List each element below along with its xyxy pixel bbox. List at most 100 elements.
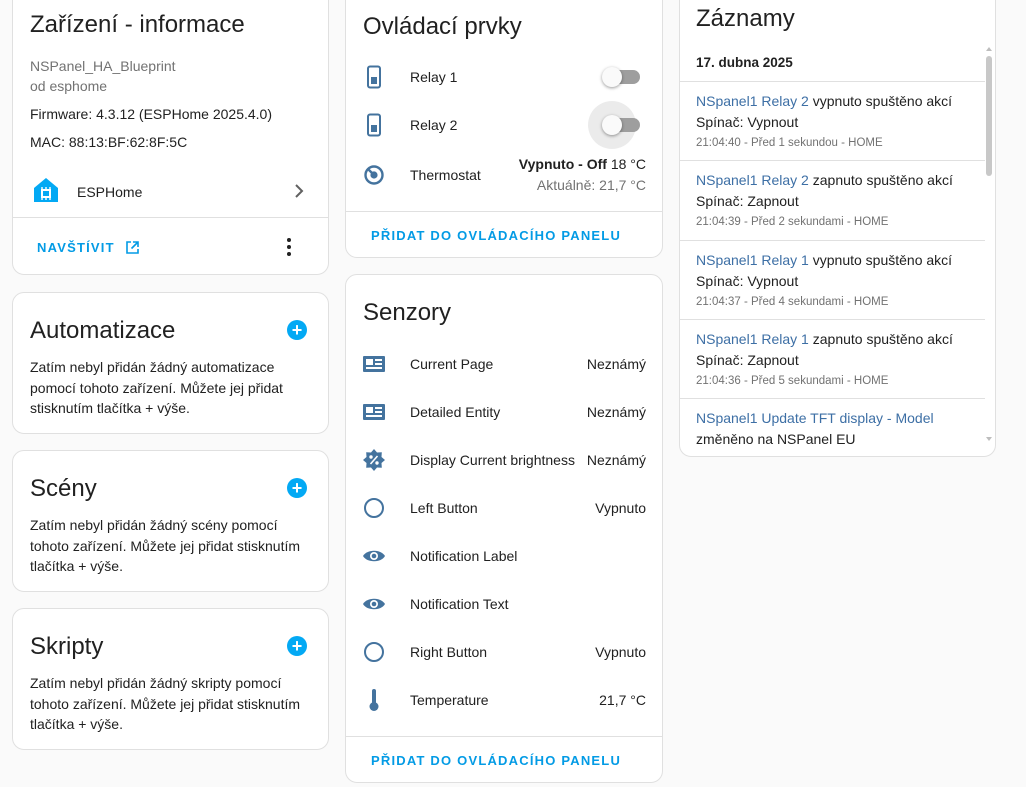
sensor-row[interactable]: Notification Label	[346, 532, 662, 580]
sensor-label: Detailed Entity	[410, 404, 501, 420]
log-action: zapnuto spuštěno akcí	[808, 172, 953, 188]
scroll-up-arrow-icon[interactable]	[985, 45, 993, 53]
relay-1-toggle[interactable]	[602, 67, 640, 87]
open-in-new-icon	[125, 240, 140, 255]
log-entry: NSpanel1 Relay 1 vypnuto spuštěno akcí S…	[680, 240, 985, 308]
sensor-label: Current Page	[410, 356, 494, 372]
sensor-row[interactable]: Right Button Vypnuto	[346, 628, 662, 676]
card-text-icon	[362, 400, 386, 424]
sensor-row[interactable]: Detailed Entity Neznámý	[346, 388, 662, 436]
sensor-label: Temperature	[410, 692, 489, 708]
device-info-title: Zařízení - informace	[30, 11, 245, 38]
add-to-dashboard-button[interactable]: PŘIDAT DO OVLÁDACÍHO PANELU	[371, 753, 621, 768]
sensor-row[interactable]: Left Button Vypnuto	[346, 484, 662, 532]
relay-2-label: Relay 2	[410, 117, 458, 133]
log-entity-link[interactable]: NSpanel1 Relay 1	[696, 331, 809, 347]
add-automation-button[interactable]: +	[287, 320, 307, 340]
sensor-value: Neznámý	[586, 452, 646, 468]
log-entity-link[interactable]: NSpanel1 Relay 1	[696, 252, 809, 268]
log-action: vypnuto spuštěno akcí	[808, 93, 953, 109]
logbook-title: Záznamy	[696, 5, 795, 32]
log-entity-link[interactable]: NSpanel1 Update TFT display - Model	[696, 410, 934, 426]
sensor-row[interactable]: Display Current brightness Neznámý	[346, 436, 662, 484]
log-entry: NSpanel1 Relay 2 vypnuto spuštěno akcí S…	[680, 81, 985, 149]
scripts-empty-text: Zatím nebyl přidán žádný skripty pomocí …	[30, 675, 301, 732]
add-to-dashboard-button[interactable]: PŘIDAT DO OVLÁDACÍHO PANELU	[371, 228, 621, 243]
sensors-title: Senzory	[363, 299, 452, 326]
log-meta: 21:04:39 - Před 2 sekundami - HOME	[696, 216, 889, 228]
sensor-row[interactable]: Temperature 21,7 °C	[346, 676, 662, 724]
card-divider	[346, 211, 662, 212]
eye-icon	[362, 544, 386, 568]
sensor-row[interactable]: Current Page Neznámý	[346, 340, 662, 388]
integration-row[interactable]: ESPHome	[13, 169, 328, 215]
card-divider	[346, 736, 662, 737]
add-script-button[interactable]: +	[287, 636, 307, 656]
sensor-value: Neznámý	[586, 404, 646, 420]
sensor-value: Vypnuto	[595, 500, 646, 516]
sensor-label: Right Button	[410, 644, 488, 660]
thermostat-label: Thermostat	[410, 167, 481, 183]
automations-empty-text: Zatím nebyl přidán žádný automatizace po…	[30, 359, 283, 416]
sensor-label: Display Current brightness	[410, 452, 575, 468]
sensor-label: Left Button	[410, 500, 478, 516]
esphome-logo-icon	[33, 177, 59, 208]
log-action: zapnuto spuštěno akcí	[808, 331, 953, 347]
scrollbar-thumb[interactable]	[986, 56, 992, 176]
relay-1-label: Relay 1	[410, 69, 458, 85]
relay-2-row[interactable]: Relay 2	[346, 101, 662, 149]
thermostat-icon	[362, 163, 386, 187]
log-meta: 21:04:40 - Před 1 sekundou - HOME	[696, 137, 883, 149]
sensor-value: 21,7 °C	[599, 692, 646, 708]
log-action: vypnuto spuštěno akcí	[808, 252, 953, 268]
more-options-icon[interactable]	[281, 235, 297, 259]
integration-label: ESPHome	[77, 184, 143, 200]
scripts-card: Skripty + Zatím nebyl přidán žádný skrip…	[12, 608, 329, 750]
thermostat-row[interactable]: Thermostat Vypnuto - Off 18 °C Aktuálně:…	[346, 149, 662, 201]
automations-card: Automatizace + Zatím nebyl přidán žádný …	[12, 292, 329, 434]
radio-off-icon	[362, 640, 386, 664]
add-scene-button[interactable]: +	[287, 478, 307, 498]
controls-card: Ovládací prvky Relay 1 Relay 2 Thermosta…	[345, 0, 663, 258]
card-divider	[13, 217, 328, 218]
sensors-card: Senzory Current Page Neznámý Detailed En…	[345, 274, 663, 783]
relay-2-toggle[interactable]	[588, 101, 640, 149]
scripts-title: Skripty	[30, 633, 104, 660]
device-firmware: Firmware: 4.3.12 (ESPHome 2025.4.0)	[30, 106, 272, 122]
visit-button[interactable]: NAVŠTÍVIT	[29, 235, 140, 259]
scrollbar[interactable]	[985, 45, 993, 443]
log-entry: NSpanel1 Relay 2 zapnuto spuštěno akcí S…	[680, 160, 985, 228]
thermostat-setpoint: 18 °C	[610, 156, 646, 172]
log-detail: Spínač: Zapnout	[696, 193, 799, 209]
log-entry: NSpanel1 Update TFT display - Model změn…	[680, 398, 985, 450]
log-entity-link[interactable]: NSpanel1 Relay 2	[696, 93, 809, 109]
log-entity-link[interactable]: NSpanel1 Relay 2	[696, 172, 809, 188]
device-manufacturer: od esphome	[30, 78, 108, 94]
log-detail: Spínač: Zapnout	[696, 352, 799, 368]
relay-icon	[362, 113, 386, 137]
device-mac: MAC: 88:13:BF:62:8F:5C	[30, 134, 188, 150]
sensor-label: Notification Label	[410, 548, 518, 564]
log-meta: 21:04:36 - Před 5 sekundami - HOME	[696, 375, 889, 387]
relay-icon	[362, 65, 386, 89]
relay-1-row[interactable]: Relay 1	[346, 53, 662, 101]
brightness-percent-icon	[362, 448, 386, 472]
log-detail: Spínač: Vypnout	[696, 273, 799, 289]
scenes-card: Scény + Zatím nebyl přidán žádný scény p…	[12, 450, 329, 592]
sensor-label: Notification Text	[410, 596, 509, 612]
logbook-date: 17. dubna 2025	[696, 55, 793, 70]
automations-title: Automatizace	[30, 317, 176, 344]
sensor-row[interactable]: Notification Text	[346, 580, 662, 628]
controls-title: Ovládací prvky	[363, 13, 522, 40]
thermostat-mode: Vypnuto - Off	[518, 156, 607, 172]
visit-label: NAVŠTÍVIT	[37, 239, 115, 255]
chevron-right-icon	[294, 183, 304, 204]
card-text-icon	[362, 352, 386, 376]
scroll-down-arrow-icon[interactable]	[985, 435, 993, 443]
thermostat-current: Aktuálně: 21,7 °C	[536, 177, 646, 193]
log-detail: Spínač: Vypnout	[696, 114, 799, 130]
sensor-value: Vypnuto	[595, 644, 646, 660]
log-detail: změněno na NSPanel EU	[696, 431, 856, 447]
scenes-empty-text: Zatím nebyl přidán žádný scény pomocí to…	[30, 517, 301, 574]
logbook-card: Záznamy 17. dubna 2025 NSpanel1 Relay 2 …	[679, 0, 996, 457]
